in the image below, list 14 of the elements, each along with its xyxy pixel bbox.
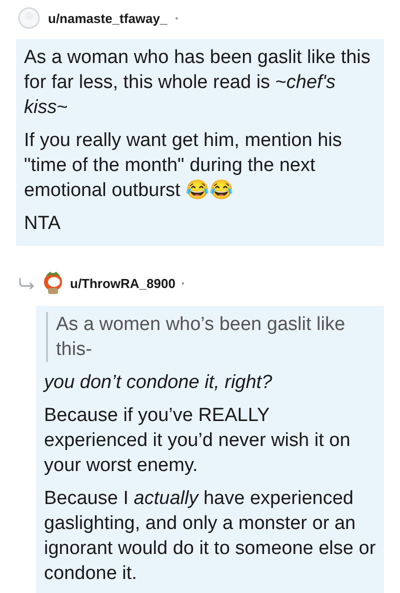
comment-text: If you really want get him, mention his "time of the month" during the next emotional outburst 😂😂 <box>24 129 343 203</box>
avatar-icon <box>42 271 64 295</box>
separator-dot: • <box>175 14 178 22</box>
comment-text: As a woman who has been gaslit like this for far less, this whole read is ~chef's kiss~ <box>24 46 372 120</box>
username[interactable]: u/namaste_tfaway_ <box>48 10 168 26</box>
comment-text: Because I actually have experienced gaslighting, and only a monster or an ignorant would do it to someone else or condone it. <box>44 487 376 586</box>
quote-text: As a women who’s been gaslit like this- <box>46 312 376 362</box>
comment-text: NTA <box>24 212 62 236</box>
reply-arrow-icon <box>18 277 36 289</box>
comment-text: you don’t condone it, right? <box>44 371 274 395</box>
avatar-icon <box>18 7 40 29</box>
username[interactable]: u/ThrowRA_8900 <box>70 276 176 290</box>
comment-text: Because if you’ve REALLY experienced it you’d never wish it on your worst enemy. <box>44 404 352 478</box>
separator-dot: • <box>181 278 184 288</box>
